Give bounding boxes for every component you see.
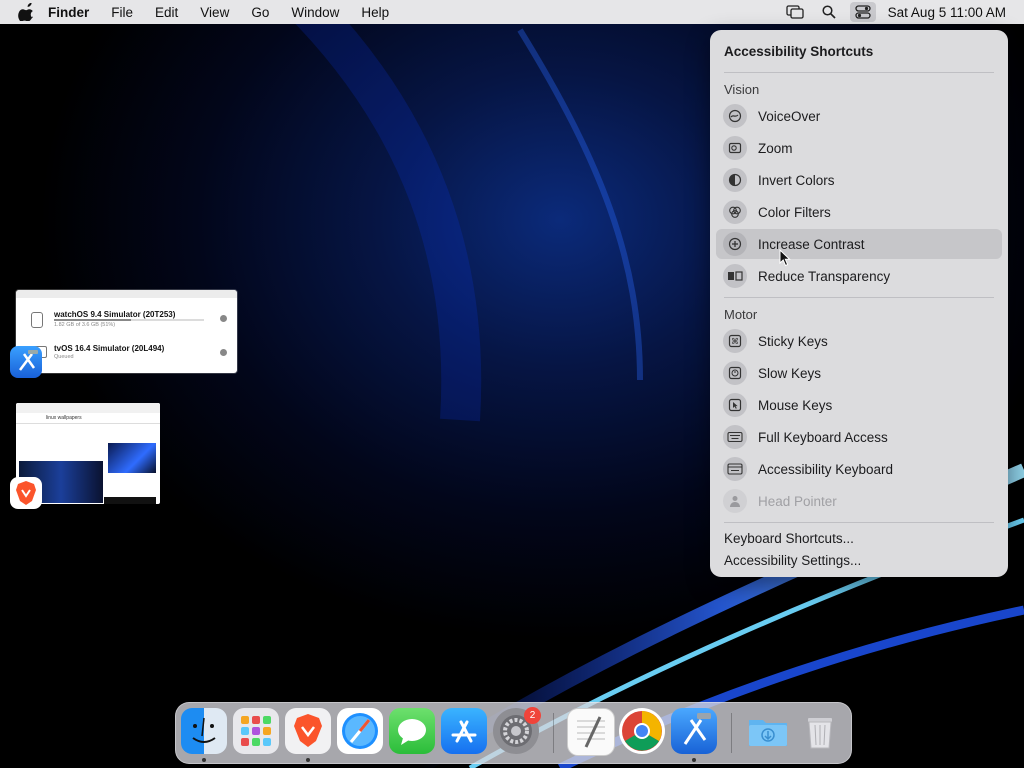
reduce-transparency-label: Reduce Transparency	[758, 268, 891, 284]
menubar-clock[interactable]: Sat Aug 5 11:00 AM	[888, 5, 1006, 20]
screen-mirroring-icon[interactable]	[782, 2, 808, 22]
sticky-keys-label: Sticky Keys	[758, 333, 828, 349]
increase-contrast-label: Increase Contrast	[758, 236, 865, 252]
voiceover-label: VoiceOver	[758, 108, 821, 124]
sticky-keys-icon: ⌘	[723, 329, 747, 353]
mouse-keys-label: Mouse Keys	[758, 397, 833, 413]
spotlight-icon[interactable]	[816, 2, 842, 22]
accessibility-keyboard-icon	[723, 457, 747, 481]
simulator-status: 1.82 GB of 3.6 GB (51%)	[54, 322, 116, 328]
dock-separator	[553, 713, 554, 753]
svg-text:⌘: ⌘	[731, 337, 739, 346]
dock: 2	[175, 702, 852, 764]
cancel-download-icon	[220, 315, 227, 322]
reduce-transparency-row[interactable]: Reduce Transparency	[716, 261, 1002, 291]
browser-search-field: linux wallpapers	[16, 413, 160, 424]
full-keyboard-access-label: Full Keyboard Access	[758, 429, 888, 445]
reduce-transparency-icon	[723, 264, 747, 288]
mouse-keys-icon	[723, 393, 747, 417]
increase-contrast-row[interactable]: Increase Contrast	[716, 229, 1002, 259]
trash-icon[interactable]	[797, 708, 843, 754]
running-indicator	[202, 758, 206, 762]
brave-icon[interactable]	[285, 708, 331, 754]
menu-file[interactable]: File	[111, 5, 133, 20]
messages-icon[interactable]	[389, 708, 435, 754]
brave-app-badge-icon	[10, 477, 42, 509]
sticky-keys-row[interactable]: ⌘ Sticky Keys	[716, 326, 1002, 356]
menu-view[interactable]: View	[200, 5, 229, 20]
running-indicator	[692, 758, 696, 762]
cancel-download-icon	[220, 349, 227, 356]
simulator-status: Queued	[54, 354, 74, 360]
xcode-icon[interactable]	[671, 708, 717, 754]
textedit-icon[interactable]	[567, 708, 615, 756]
mouse-cursor-icon	[779, 249, 791, 267]
launchpad-icon[interactable]	[233, 708, 279, 754]
watch-icon	[31, 312, 43, 328]
menu-edit[interactable]: Edit	[155, 5, 178, 20]
browser-tabbar	[16, 403, 160, 413]
download-progress-bar	[54, 319, 204, 321]
apple-icon[interactable]	[18, 3, 34, 21]
downloads-folder-icon[interactable]	[745, 708, 791, 754]
dock-separator	[731, 713, 732, 753]
slow-keys-icon	[723, 361, 747, 385]
divider	[724, 297, 994, 298]
accessibility-settings-link[interactable]: Accessibility Settings...	[724, 553, 861, 568]
menu-bar: Finder File Edit View Go Window Help Sat…	[0, 0, 1024, 24]
divider	[724, 522, 994, 523]
simulator-downloads-window-thumbnail[interactable]: watchOS 9.4 Simulator (20T253) 1.82 GB o…	[16, 290, 237, 373]
control-center-icon[interactable]	[849, 2, 876, 22]
menu-app-name[interactable]: Finder	[48, 5, 89, 20]
slow-keys-row[interactable]: Slow Keys	[716, 358, 1002, 388]
safari-icon[interactable]	[337, 708, 383, 754]
accessibility-keyboard-row[interactable]: Accessibility Keyboard	[716, 454, 1002, 484]
xcode-app-badge-icon	[10, 346, 42, 378]
color-filters-icon	[723, 200, 747, 224]
notification-badge: 2	[524, 707, 541, 724]
image-preview-strip	[104, 497, 156, 504]
app-store-icon[interactable]	[441, 708, 487, 754]
mouse-keys-row[interactable]: Mouse Keys	[716, 390, 1002, 420]
menu-go[interactable]: Go	[251, 5, 269, 20]
chrome-icon[interactable]	[619, 708, 665, 754]
accessibility-keyboard-label: Accessibility Keyboard	[758, 461, 894, 477]
panel-title: Accessibility Shortcuts	[724, 44, 874, 59]
full-keyboard-access-icon	[723, 425, 747, 449]
menu-help[interactable]: Help	[361, 5, 389, 20]
voiceover-icon	[723, 104, 747, 128]
increase-contrast-icon	[723, 232, 747, 256]
window-titlebar	[16, 290, 237, 298]
head-pointer-icon	[723, 489, 747, 513]
menu-window[interactable]: Window	[291, 5, 339, 20]
section-motor: Motor	[724, 307, 758, 322]
zoom-row[interactable]: Zoom	[716, 133, 1002, 163]
section-vision: Vision	[724, 82, 760, 97]
voiceover-row[interactable]: VoiceOver	[716, 101, 1002, 131]
invert-colors-label: Invert Colors	[758, 172, 835, 188]
zoom-label: Zoom	[758, 140, 793, 156]
keyboard-shortcuts-link[interactable]: Keyboard Shortcuts...	[724, 531, 854, 546]
invert-colors-row[interactable]: Invert Colors	[716, 165, 1002, 195]
list-item: tvOS 16.4 Simulator (20L494) Queued	[26, 344, 227, 368]
list-item: watchOS 9.4 Simulator (20T253) 1.82 GB o…	[26, 310, 227, 334]
zoom-icon	[723, 136, 747, 160]
slow-keys-label: Slow Keys	[758, 365, 822, 381]
simulator-title: tvOS 16.4 Simulator (20L494)	[54, 344, 165, 353]
color-filters-row[interactable]: Color Filters	[716, 197, 1002, 227]
running-indicator	[306, 758, 310, 762]
head-pointer-label: Head Pointer	[758, 493, 837, 509]
finder-icon[interactable]	[181, 708, 227, 754]
head-pointer-row[interactable]: Head Pointer	[716, 486, 1002, 516]
simulator-title: watchOS 9.4 Simulator (20T253)	[54, 310, 176, 319]
image-preview	[108, 443, 156, 473]
invert-colors-icon	[723, 168, 747, 192]
accessibility-shortcuts-panel: Accessibility Shortcuts Vision VoiceOver…	[710, 30, 1008, 577]
divider	[724, 72, 994, 73]
color-filters-label: Color Filters	[758, 204, 831, 220]
full-keyboard-access-row[interactable]: Full Keyboard Access	[716, 422, 1002, 452]
